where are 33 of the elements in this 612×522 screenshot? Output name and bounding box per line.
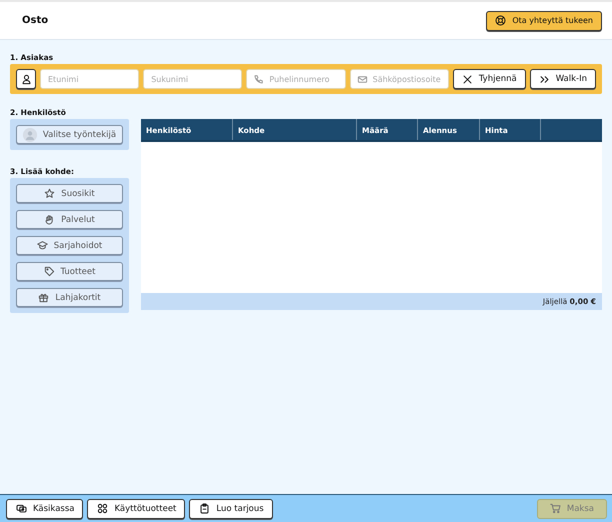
four-circles-icon bbox=[97, 503, 108, 514]
category-button[interactable]: Sarjahoidot bbox=[16, 236, 123, 255]
category-button[interactable]: Tuotteet bbox=[16, 262, 123, 281]
person-icon bbox=[20, 74, 32, 84]
support-button[interactable]: Ota yhteyttä tukeen bbox=[486, 10, 602, 30]
category-button[interactable]: Palvelut bbox=[16, 210, 123, 229]
page-title: Osto bbox=[22, 15, 48, 26]
tag-icon bbox=[44, 266, 55, 277]
hand-icon bbox=[44, 214, 56, 225]
envelope-icon bbox=[356, 74, 368, 84]
input-field[interactable]: Etunimi bbox=[40, 69, 140, 89]
category-button[interactable]: Lahjakortit bbox=[16, 288, 123, 307]
customer-button[interactable] bbox=[16, 69, 36, 89]
double-chevron-icon bbox=[538, 74, 550, 84]
footer-button[interactable]: Käsikassa bbox=[6, 498, 84, 518]
category-button[interactable]: Suosikit bbox=[16, 184, 123, 203]
gift-icon bbox=[38, 292, 50, 303]
graduation-cap-icon bbox=[36, 240, 48, 251]
clear-button[interactable]: Tyhjennä bbox=[452, 69, 526, 89]
input-field[interactable]: Sukunimi bbox=[143, 69, 242, 89]
input-field[interactable]: Puhelinnumero bbox=[246, 69, 346, 89]
phone-icon bbox=[253, 74, 264, 84]
walk-in-button[interactable]: Walk-In bbox=[530, 69, 596, 89]
cart-icon bbox=[550, 503, 561, 514]
cards-icon bbox=[16, 503, 27, 514]
input-field[interactable]: Sähköpostiosoite bbox=[350, 69, 449, 89]
close-icon bbox=[462, 74, 473, 84]
select-employee-button[interactable]: Valitse työntekijä bbox=[16, 125, 123, 144]
footer-button[interactable]: Luo tarjous bbox=[189, 498, 273, 518]
star-icon bbox=[44, 188, 56, 199]
footer-button[interactable]: Käyttötuotteet bbox=[87, 498, 186, 518]
clipboard-icon bbox=[199, 503, 210, 514]
lifebuoy-icon bbox=[495, 15, 506, 26]
